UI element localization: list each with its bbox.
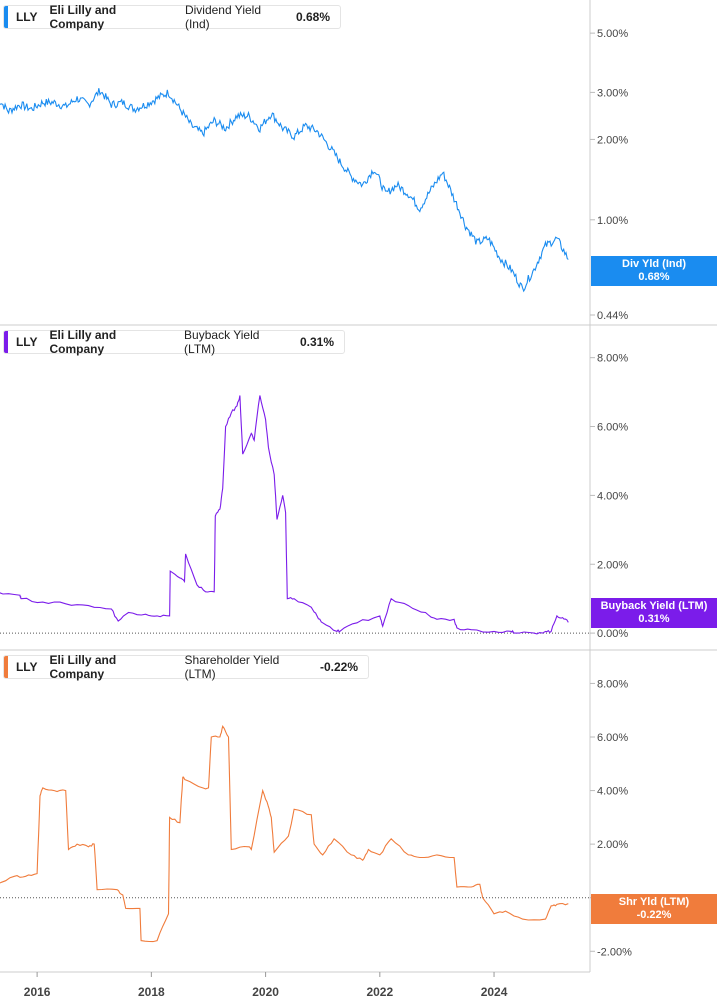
y-tick-label: 4.00% — [597, 490, 628, 502]
x-tick-label: 2020 — [252, 985, 279, 999]
x-tick-label: 2016 — [24, 985, 51, 999]
legend-ticker: LLY — [15, 335, 38, 349]
y-tick-label: 4.00% — [597, 786, 628, 798]
flag-value: 0.31% — [638, 613, 670, 625]
legend-metric: Shareholder Yield (LTM) — [184, 653, 280, 681]
flag-label: Div Yld (Ind) — [622, 258, 686, 270]
y-tick-label: 1.00% — [597, 215, 628, 227]
y-tick-label: 2.00% — [597, 559, 628, 571]
y-tick-label: -2.00% — [597, 946, 632, 958]
legend-value: -0.22% — [319, 660, 358, 674]
x-tick-label: 2018 — [138, 985, 165, 999]
legend-shareholder-yield[interactable]: LLY Eli Lilly and Company Shareholder Yi… — [3, 653, 369, 681]
y-tick-label: 2.00% — [597, 134, 628, 146]
y-tick-label: 8.00% — [597, 353, 628, 365]
legend-value: 0.68% — [295, 10, 330, 24]
legend-swatch-dividend — [4, 6, 8, 28]
legend-company: Eli Lilly and Company — [49, 653, 117, 681]
x-tick-label: 2022 — [366, 985, 393, 999]
y-tick-label: 6.00% — [597, 732, 628, 744]
y-tick-label: 0.00% — [597, 628, 628, 640]
flag-label: Shr Yld (LTM) — [618, 896, 690, 908]
y-tick-label: 3.00% — [597, 87, 628, 99]
y-tick-label: 0.44% — [597, 310, 628, 322]
legend-swatch-shareholder — [4, 656, 8, 678]
legend-ticker: LLY — [15, 10, 38, 24]
legend-metric: Buyback Yield (LTM) — [184, 328, 260, 356]
series-line — [0, 725, 569, 943]
legend-company: Eli Lilly and Company — [49, 328, 117, 356]
y-tick-label: 6.00% — [597, 422, 628, 434]
chart-stage: 5.00% 3.00% 2.00% 1.00% 0.44% 8.00% 6.00% 4.00%… — [0, 0, 717, 1005]
legend-company: Eli Lilly and Company — [49, 3, 117, 31]
series-line — [0, 88, 569, 293]
x-tick-label: 2024 — [481, 985, 508, 999]
legend-buyback-yield[interactable]: LLY Eli Lilly and Company Buyback Yield … — [3, 328, 345, 356]
legend-value: 0.31% — [299, 335, 335, 349]
chart-svg: 5.00% 3.00% 2.00% 1.00% 0.44% 8.00% 6.00% 4.00%… — [0, 0, 717, 999]
y-tick-label: 5.00% — [597, 28, 628, 40]
series-line — [0, 395, 569, 635]
legend-ticker: LLY — [15, 660, 38, 674]
y-tick-label: 8.00% — [597, 678, 628, 690]
flag-value: 0.68% — [638, 271, 670, 283]
legend-swatch-buyback — [4, 331, 8, 353]
legend-dividend-yield[interactable]: LLY Eli Lilly and Company Dividend Yield… — [3, 3, 341, 31]
last-value-flag-dividend: Div Yld (Ind) 0.68% — [591, 256, 717, 286]
last-value-flag-shareholder: Shr Yld (LTM) -0.22% — [591, 894, 717, 924]
y-tick-label: 2.00% — [597, 839, 628, 851]
flag-label: Buyback Yield (LTM) — [600, 600, 708, 612]
legend-metric: Dividend Yield (Ind) — [184, 3, 262, 31]
last-value-flag-buyback: Buyback Yield (LTM) 0.31% — [591, 598, 717, 628]
flag-value: -0.22% — [636, 909, 672, 921]
